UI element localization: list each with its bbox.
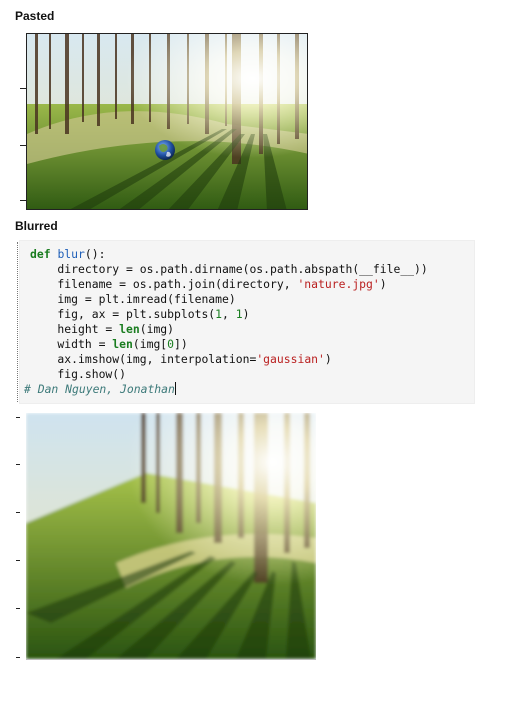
code-token: width = (30, 337, 113, 351)
y-axis-tick (16, 417, 20, 418)
code-token: ) (242, 307, 250, 321)
pasted-image (27, 34, 307, 209)
code-token: ) (324, 352, 332, 366)
code-token: fig.show() (30, 367, 127, 381)
comment-text: # Dan Nguyen, Jonathan (24, 382, 175, 396)
code-token: height = (30, 322, 120, 336)
code-token: 1 (215, 307, 223, 321)
code-token: ]) (174, 337, 188, 351)
code-token: (img[ (132, 337, 168, 351)
code-line: directory = os.path.dirname(os.path.absp… (30, 262, 428, 277)
code-token: len (119, 322, 140, 336)
code-token: blur (57, 247, 85, 261)
code-line: width = len(img[0]) (30, 337, 188, 352)
y-axis-tick (16, 657, 20, 658)
code-comment: # Dan Nguyen, Jonathan (24, 382, 176, 397)
code-line: def blur(): (30, 247, 105, 262)
code-line: filename = os.path.join(directory, 'natu… (30, 277, 387, 292)
code-token: (): (84, 247, 106, 261)
code-cell[interactable]: def blur(): directory = os.path.dirname(… (19, 240, 475, 404)
code-token: ) (379, 277, 387, 291)
code-token: 'nature.jpg' (297, 277, 380, 291)
text-cursor (174, 382, 176, 395)
y-axis-tick (16, 512, 20, 513)
y-axis-tick (16, 464, 20, 465)
code-line: height = len(img) (30, 322, 174, 337)
code-token: fig, ax = plt.subplots( (30, 307, 216, 321)
code-token: ax.imshow(img, interpolation= (30, 352, 257, 366)
blurred-image (26, 413, 316, 659)
y-axis-tick (16, 608, 20, 609)
code-line: ax.imshow(img, interpolation='gaussian') (30, 352, 332, 367)
code-token: directory = os.path.dirname(os.path.absp… (30, 262, 428, 276)
code-line: fig.show() (30, 367, 126, 382)
blurred-heading: Blurred (15, 219, 58, 233)
code-token: def (30, 247, 58, 261)
code-token: 1 (235, 307, 243, 321)
code-line: img = plt.imread(filename) (30, 292, 236, 307)
code-token: 0 (167, 337, 175, 351)
x-axis-line (26, 659, 316, 660)
code-line: fig, ax = plt.subplots(1, 1) (30, 307, 249, 322)
code-token: filename = os.path.join(directory, (30, 277, 298, 291)
code-token: len (112, 337, 133, 351)
code-token: img = plt.imread(filename) (30, 292, 236, 306)
code-token: (img) (139, 322, 175, 336)
blurred-image-frame (26, 413, 316, 659)
code-token: 'gaussian' (256, 352, 325, 366)
pasted-image-frame (26, 33, 308, 210)
y-axis-tick (16, 560, 20, 561)
pasted-heading: Pasted (15, 9, 55, 23)
code-token: , (222, 307, 236, 321)
